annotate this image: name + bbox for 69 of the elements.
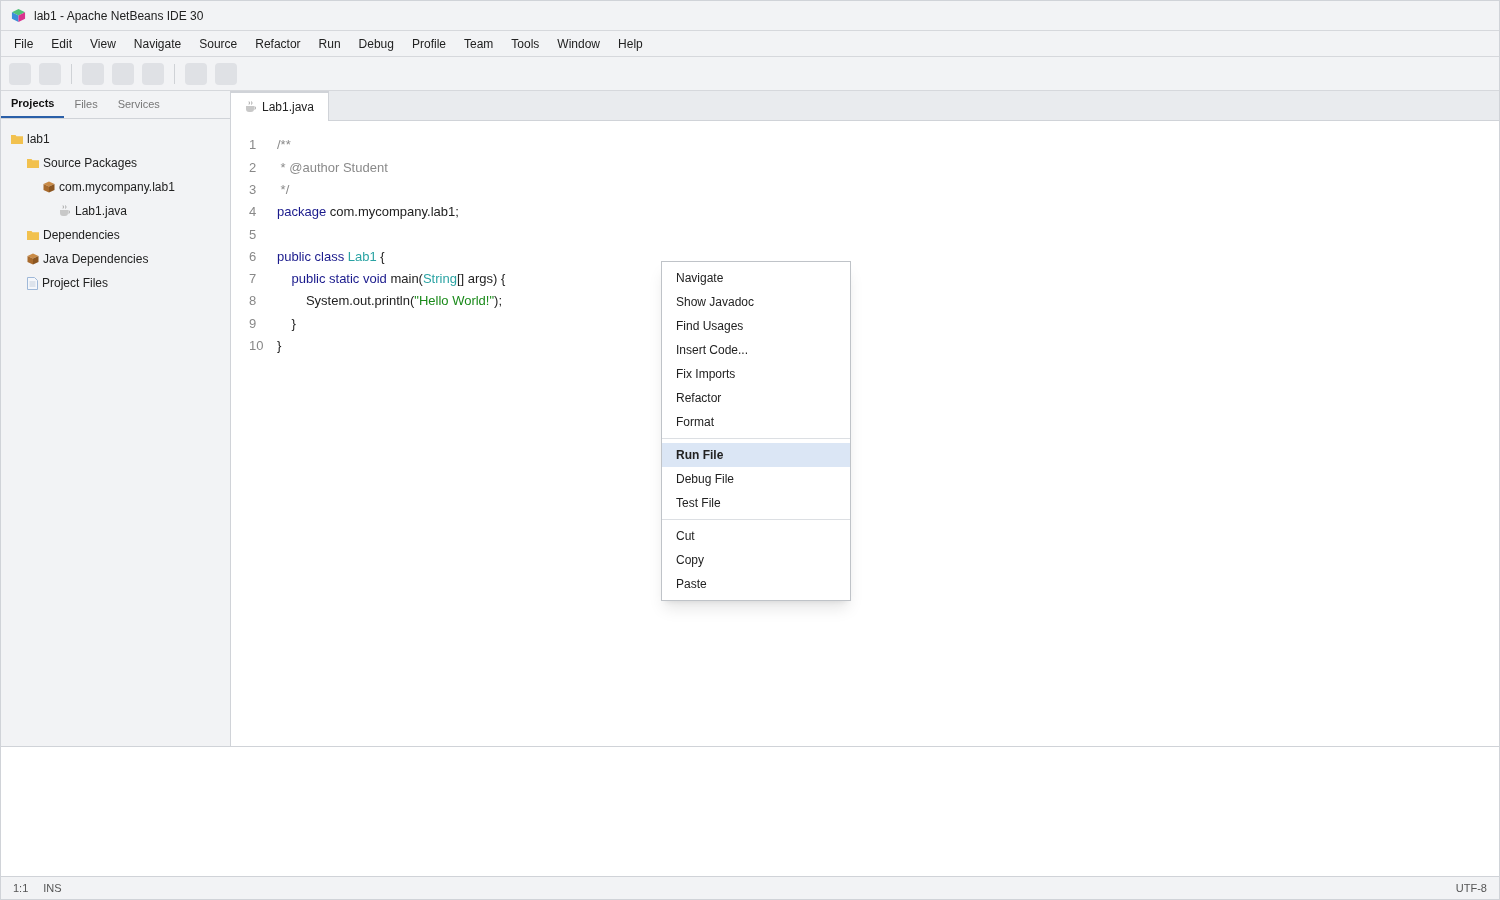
line-number: 5: [248, 225, 258, 244]
line-number: 10: [248, 337, 265, 356]
window-title: lab1 - Apache NetBeans IDE 30: [34, 7, 204, 25]
code-line: /**: [277, 136, 291, 155]
menu-item[interactable]: Cut: [662, 524, 850, 548]
tree-item[interactable]: Dependencies: [43, 226, 120, 244]
line-number: 6: [248, 247, 258, 266]
line-number: 7: [248, 270, 258, 289]
coffee-cup-icon: [59, 205, 71, 217]
document-icon: [27, 276, 38, 290]
folder-icon: [11, 134, 23, 144]
menu-item[interactable]: Debug: [349, 34, 403, 53]
folder-icon: [27, 230, 39, 240]
editor-tab[interactable]: Lab1.java: [231, 91, 330, 121]
code-line: package com.mycompany.lab1;: [277, 203, 459, 222]
tree-item[interactable]: Lab1.java: [75, 202, 128, 220]
menu-item[interactable]: Refactor: [246, 34, 310, 53]
package-icon: [27, 253, 39, 265]
menu-item[interactable]: Help: [609, 34, 652, 53]
panel-tab[interactable]: Services: [107, 91, 170, 118]
code-line: }: [277, 337, 282, 356]
menu-item[interactable]: Show Javadoc: [662, 290, 850, 314]
menu-item[interactable]: Tools: [502, 34, 549, 53]
menu-item[interactable]: Run File: [662, 443, 850, 467]
menu-item[interactable]: Profile: [403, 34, 455, 53]
tree-item[interactable]: Source Packages: [43, 154, 138, 172]
app-cube-icon: [11, 8, 26, 23]
panel-tab[interactable]: Files: [64, 91, 108, 118]
menu-item[interactable]: Refactor: [662, 386, 850, 410]
cursor-position: 1:1: [13, 880, 29, 896]
package-icon: [43, 181, 55, 193]
tree-item[interactable]: com.mycompany.lab1: [59, 178, 175, 196]
menu-item[interactable]: Paste: [662, 572, 850, 596]
menu-item[interactable]: Navigate: [124, 34, 191, 53]
menu-item[interactable]: Run: [309, 34, 350, 53]
code-line: }: [290, 314, 296, 333]
file-encoding: UTF-8: [1455, 880, 1487, 896]
tree-item[interactable]: Project Files: [42, 274, 109, 292]
menu-item[interactable]: Fix Imports: [662, 362, 850, 386]
line-number: 3: [248, 181, 258, 199]
tree-item[interactable]: lab1: [27, 130, 50, 148]
menu-item[interactable]: File: [5, 34, 43, 53]
menu-item[interactable]: Window: [548, 34, 610, 53]
menu-item[interactable]: Debug File: [662, 467, 850, 491]
menu-item[interactable]: Team: [455, 34, 503, 53]
code-line: public static void main(String[] args) {: [290, 270, 506, 289]
menu-item[interactable]: Source: [190, 34, 247, 53]
code-line: */: [279, 181, 290, 199]
menu-item[interactable]: Copy: [662, 548, 850, 572]
coffee-cup-icon: [245, 101, 257, 113]
menu-item[interactable]: Format: [662, 410, 850, 434]
folder-icon: [27, 158, 39, 168]
line-number: 9: [248, 314, 258, 333]
code-line: * @author Student: [279, 158, 388, 177]
line-number: 1: [248, 136, 258, 155]
menu-item[interactable]: Find Usages: [662, 314, 850, 338]
code-line: System.out.println("Hello World!");: [304, 292, 503, 311]
menu-item[interactable]: Insert Code...: [662, 338, 850, 362]
menu-item[interactable]: Edit: [42, 34, 82, 53]
line-number: 8: [248, 292, 258, 311]
menu-item[interactable]: Navigate: [662, 266, 850, 290]
menu-item[interactable]: Test File: [662, 491, 850, 515]
menu-item[interactable]: View: [81, 34, 125, 53]
line-number: 2: [248, 158, 258, 177]
code-line: public class Lab1 {: [277, 247, 385, 266]
panel-tab[interactable]: Projects: [1, 91, 65, 118]
line-number: 4: [248, 203, 258, 222]
insert-mode: INS: [43, 880, 62, 896]
tree-item[interactable]: Java Dependencies: [43, 250, 149, 268]
